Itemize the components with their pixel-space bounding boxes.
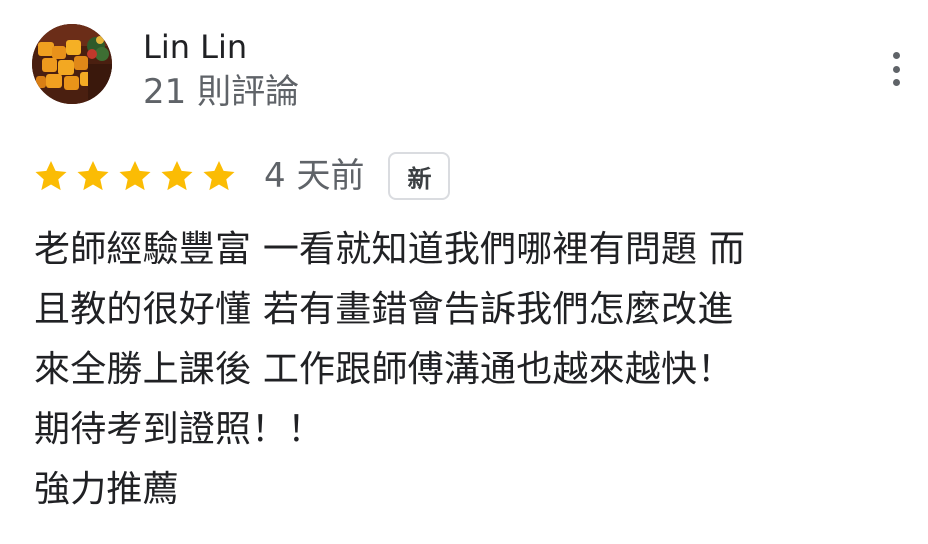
avatar-food-photo — [32, 24, 112, 104]
review-text-line: 強力推薦 — [34, 469, 179, 510]
more-vert-icon — [892, 52, 900, 59]
review-text: 老師經驗豐富 一看就知道我們哪裡有問題 而且教的很好懂 若有畫錯會告訴我們怎麼改… — [34, 220, 914, 520]
star-icon — [35, 160, 67, 191]
more-vert-icon-dot — [892, 65, 900, 73]
more-vert-icon-dot — [892, 79, 900, 86]
reviewer-name[interactable]: Lin Lin — [143, 28, 247, 66]
star-icon — [119, 160, 151, 191]
star-icon — [161, 160, 193, 191]
review-text-line: 且教的很好懂 若有畫錯會告訴我們怎麼改進 — [34, 289, 734, 330]
star-rating — [32, 157, 238, 195]
star-icon — [77, 160, 109, 191]
new-badge: 新 — [388, 152, 451, 200]
review-text-line: 期待考到證照！！ — [34, 409, 324, 450]
star-icon — [203, 160, 235, 191]
rating-row: 4 天前 新 — [32, 150, 451, 202]
review-text-line: 老師經驗豐富 一看就知道我們哪裡有問題 而 — [34, 229, 746, 270]
review-text-line: 來全勝上課後 工作跟師傅溝通也越來越快！ — [34, 349, 734, 390]
review-date: 4 天前 — [264, 156, 365, 196]
more-options-button[interactable] — [880, 48, 912, 90]
avatar[interactable] — [32, 24, 112, 104]
reviewer-review-count[interactable]: 21 則評論 — [143, 72, 299, 112]
